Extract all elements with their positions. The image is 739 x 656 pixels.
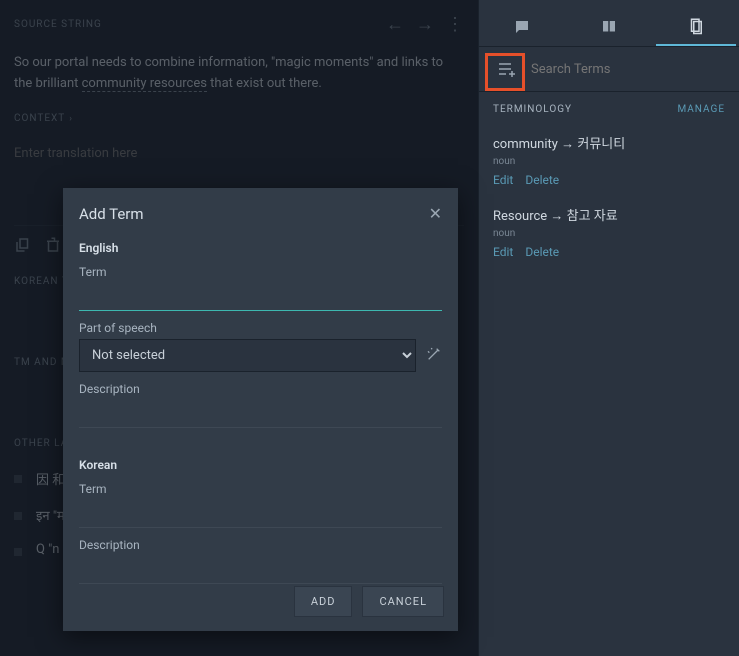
term-field-label: Term	[79, 265, 442, 279]
source-string-text: So our portal needs to combine informati…	[14, 53, 464, 95]
term-entry: Resource → 참고 자료 noun Edit Delete	[479, 199, 739, 271]
copy-icon[interactable]	[14, 236, 32, 254]
search-terms-input[interactable]	[531, 62, 725, 77]
term-title: community → 커뮤니티	[493, 133, 725, 152]
edit-term-link[interactable]: Edit	[493, 173, 513, 187]
description-field-label: Description	[79, 382, 442, 396]
term-title: Resource → 참고 자료	[493, 205, 725, 224]
tab-references[interactable]	[569, 8, 649, 46]
delete-icon[interactable]	[44, 236, 62, 254]
add-button[interactable]: ADD	[294, 586, 353, 617]
more-options-button[interactable]: ⋮	[446, 14, 464, 35]
glossary-term-underline[interactable]: community resources	[82, 76, 207, 92]
description-field-label-korean: Description	[79, 538, 442, 552]
delete-term-link[interactable]: Delete	[525, 173, 559, 187]
delete-term-link[interactable]: Delete	[525, 245, 559, 259]
add-term-button[interactable]	[493, 57, 521, 81]
korean-term-input[interactable]	[79, 500, 442, 528]
add-list-icon	[497, 61, 517, 77]
context-label[interactable]: CONTEXT›	[14, 113, 464, 124]
sidebar-tabs	[479, 0, 739, 47]
korean-section-label: Korean	[79, 458, 442, 472]
english-section-label: English	[79, 241, 442, 255]
prev-string-button[interactable]: ←	[386, 14, 404, 35]
cancel-button[interactable]: CANCEL	[362, 586, 444, 617]
right-sidebar: TERMINOLOGY MANAGE community → 커뮤니티 noun…	[478, 0, 739, 656]
english-description-input[interactable]	[79, 400, 442, 428]
term-pos: noun	[493, 156, 725, 167]
tab-comments[interactable]	[482, 8, 562, 46]
terminology-heading: TERMINOLOGY	[493, 104, 572, 115]
term-field-label-korean: Term	[79, 482, 442, 496]
magic-wand-icon	[426, 346, 442, 362]
part-of-speech-select[interactable]: Not selected	[79, 339, 416, 372]
auto-detect-button[interactable]	[426, 346, 442, 366]
term-pos: noun	[493, 228, 725, 239]
edit-term-link[interactable]: Edit	[493, 245, 513, 259]
translation-input[interactable]	[14, 142, 464, 165]
term-entry: community → 커뮤니티 noun Edit Delete	[479, 127, 739, 199]
source-string-label: SOURCE STRING	[14, 19, 102, 30]
pos-field-label: Part of speech	[79, 321, 442, 335]
manage-link[interactable]: MANAGE	[677, 104, 725, 115]
modal-title: Add Term	[79, 205, 144, 223]
glossary-icon	[687, 17, 705, 35]
book-icon	[600, 18, 618, 36]
comment-icon	[513, 18, 531, 36]
korean-description-input[interactable]	[79, 556, 442, 584]
close-modal-button[interactable]: ✕	[429, 204, 442, 223]
add-term-modal: Add Term ✕ English Term Part of speech N…	[63, 188, 458, 631]
tab-terminology[interactable]	[656, 8, 736, 46]
next-string-button[interactable]: →	[416, 14, 434, 35]
english-term-input[interactable]	[79, 283, 442, 311]
